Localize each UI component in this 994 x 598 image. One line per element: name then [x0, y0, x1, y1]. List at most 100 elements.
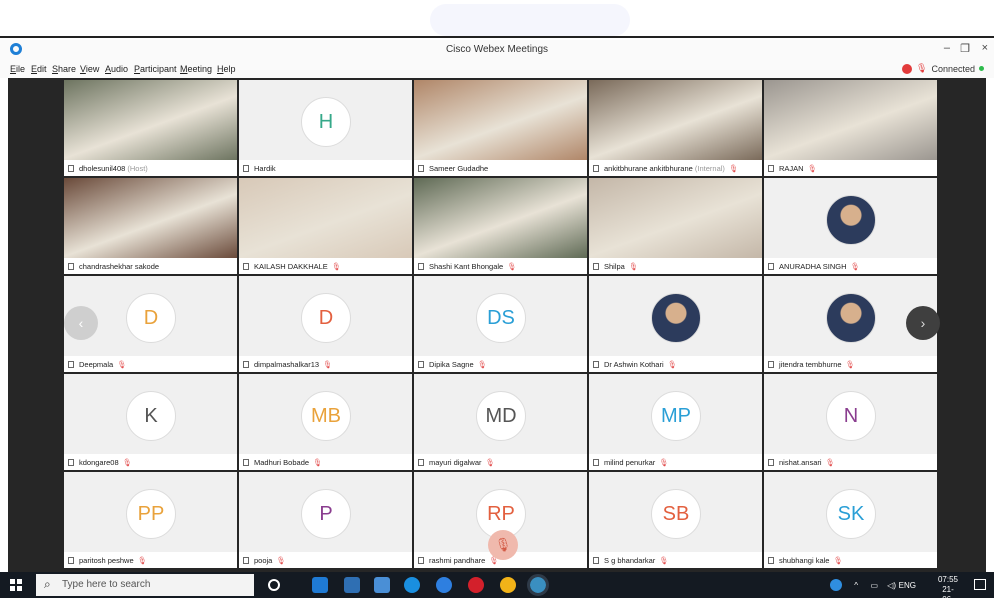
- microphone-muted-icon: 🎙: [117, 360, 127, 369]
- participant-name: Shilpa: [604, 262, 625, 271]
- participant-avatar: DS: [476, 293, 526, 343]
- participant-tile[interactable]: ankitbhurane ankitbhurane (Internal) 🎙: [589, 80, 762, 176]
- device-icon: [68, 459, 74, 466]
- participant-tile[interactable]: PP paritosh peshwe 🎙: [64, 472, 237, 568]
- menu-meeting[interactable]: Meeting: [180, 64, 212, 74]
- participant-tile[interactable]: H Hardik: [239, 80, 412, 176]
- taskbar-app-icon[interactable]: [312, 577, 328, 593]
- participant-avatar: PP: [126, 489, 176, 539]
- browser-icon[interactable]: [436, 577, 452, 593]
- participant-label: pooja 🎙: [239, 552, 412, 568]
- participant-label: Deepmala 🎙: [64, 356, 237, 372]
- participant-avatar: D: [126, 293, 176, 343]
- participant-tile[interactable]: RAJAN 🎙: [764, 80, 937, 176]
- microphone-muted-icon: 🎙: [807, 164, 818, 173]
- language-indicator[interactable]: ENG: [899, 581, 916, 590]
- participant-avatar: H: [301, 97, 351, 147]
- device-icon: [593, 361, 599, 368]
- participant-tile[interactable]: KAILASH DAKKHALE 🎙: [239, 178, 412, 274]
- participant-avatar: N: [826, 391, 876, 441]
- chevron-up-icon[interactable]: ^: [854, 581, 858, 590]
- participant-tile[interactable]: MB Madhuri Bobade 🎙: [239, 374, 412, 470]
- microphone-muted-icon: 🎙: [659, 556, 669, 565]
- microphone-muted-icon: 🎙: [667, 360, 678, 369]
- participant-label: paritosh peshwe 🎙: [64, 552, 237, 568]
- participant-tile[interactable]: chandrashekhar sakode: [64, 178, 237, 274]
- participant-tile[interactable]: Kkdongare08 🎙: [64, 374, 237, 470]
- microphone-muted-icon: 🎙: [507, 262, 517, 271]
- microphone-muted-icon: 🎙: [850, 262, 861, 271]
- participant-tile[interactable]: Nnishat.ansari 🎙: [764, 374, 937, 470]
- minimize-button[interactable]: –: [944, 42, 950, 54]
- participant-name: rashmi pandhare: [429, 556, 486, 565]
- device-icon: [593, 263, 599, 270]
- mail-icon[interactable]: [344, 577, 360, 593]
- screen: Cisco Webex Meetings – ❐ × Eile Edit Sha…: [0, 0, 994, 598]
- help-icon[interactable]: [830, 579, 842, 591]
- participant-name: Dipika Sagne: [429, 360, 474, 369]
- participant-label: kdongare08 🎙: [64, 454, 237, 470]
- menu-help[interactable]: Help: [217, 64, 236, 74]
- notification-icon[interactable]: [974, 579, 986, 590]
- participant-tile[interactable]: ANURADHA SINGH 🎙: [764, 178, 937, 274]
- participant-tile[interactable]: Ppooja 🎙: [239, 472, 412, 568]
- device-icon: [593, 459, 599, 466]
- participant-video: [64, 178, 237, 258]
- participant-avatar: SB: [651, 489, 701, 539]
- participant-tile[interactable]: Ddimpalmashalkar13 🎙: [239, 276, 412, 372]
- participant-video: [414, 178, 587, 258]
- mute-toggle-button[interactable]: 🎙: [488, 530, 518, 560]
- previous-page-button[interactable]: ‹: [64, 306, 98, 340]
- microphone-icon: 🎙: [916, 63, 928, 73]
- participant-label: dimpalmashalkar13 🎙: [239, 356, 412, 372]
- next-page-button[interactable]: ›: [906, 306, 940, 340]
- chrome-icon[interactable]: [500, 577, 516, 593]
- menu-view[interactable]: View: [80, 64, 99, 74]
- participant-name: Shashi Kant Bhongale: [429, 262, 504, 271]
- device-icon: [243, 263, 249, 270]
- chevron-left-icon: ‹: [78, 315, 84, 331]
- menu-file[interactable]: Eile: [10, 64, 25, 74]
- close-button[interactable]: ×: [982, 42, 988, 54]
- menu-share[interactable]: Share: [52, 64, 76, 74]
- store-icon[interactable]: [374, 577, 390, 593]
- participant-label: Sameer Gudadhe: [414, 160, 587, 176]
- device-icon: [593, 557, 599, 564]
- device-icon: [243, 557, 249, 564]
- device-icon: [418, 361, 424, 368]
- task-view-icon[interactable]: [268, 579, 280, 591]
- menu-participant[interactable]: Participant: [134, 64, 177, 74]
- participant-tile[interactable]: SB S g bhandarkar 🎙: [589, 472, 762, 568]
- opera-icon[interactable]: [468, 577, 484, 593]
- participant-name: mayuri digalwar: [429, 458, 482, 467]
- menu-edit[interactable]: Edit: [31, 64, 47, 74]
- participant-tile[interactable]: SK shubhangi kale 🎙: [764, 472, 937, 568]
- webex-taskbar-icon[interactable]: [527, 574, 549, 596]
- participant-tile[interactable]: Shilpa 🎙: [589, 178, 762, 274]
- participant-tile[interactable]: Dr Ashwin Kothari 🎙: [589, 276, 762, 372]
- volume-icon[interactable]: ◁): [887, 581, 896, 590]
- participant-label: chandrashekhar sakode: [64, 258, 237, 274]
- top-strip: [0, 0, 994, 38]
- participant-label: nishat.ansari 🎙: [764, 454, 937, 470]
- menu-audio[interactable]: Audio: [105, 64, 128, 74]
- participant-tile[interactable]: DS Dipika Sagne 🎙: [414, 276, 587, 372]
- windows-start-icon[interactable]: [10, 579, 22, 591]
- participant-tile[interactable]: MP milind penurkar 🎙: [589, 374, 762, 470]
- taskbar-search[interactable]: ⌕ Type here to search: [36, 574, 254, 596]
- device-icon: [68, 557, 74, 564]
- participant-role: (Internal): [694, 164, 725, 173]
- participant-tile[interactable]: Shashi Kant Bhongale 🎙: [414, 178, 587, 274]
- participant-tile[interactable]: MD mayuri digalwar 🎙: [414, 374, 587, 470]
- battery-icon: ▭: [870, 581, 878, 590]
- window-title: Cisco Webex Meetings: [445, 44, 549, 55]
- microphone-muted-icon: 🎙: [485, 458, 496, 467]
- clock[interactable]: 07:55 21-06-2020: [938, 575, 958, 598]
- restore-button[interactable]: ❐: [960, 42, 970, 55]
- participant-avatar: SK: [826, 489, 876, 539]
- participant-video: [64, 80, 237, 160]
- device-icon: [418, 557, 424, 564]
- participant-tile[interactable]: dholesunil408 (Host): [64, 80, 237, 176]
- participant-tile[interactable]: Sameer Gudadhe: [414, 80, 587, 176]
- edge-browser-icon[interactable]: [404, 577, 420, 593]
